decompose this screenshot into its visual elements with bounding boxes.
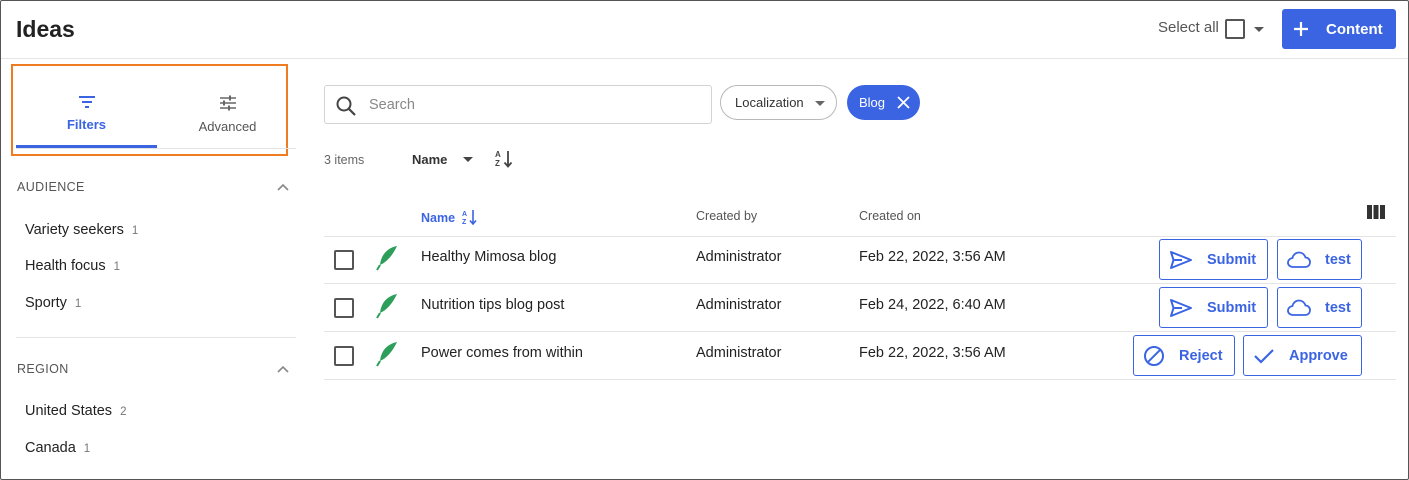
facet-label: Health focus bbox=[25, 258, 106, 274]
table-divider bbox=[324, 379, 1396, 380]
facet-count: 1 bbox=[83, 443, 91, 455]
facet-label: Sporty bbox=[25, 295, 67, 311]
sliders-icon bbox=[219, 95, 236, 111]
column-header-label: Name bbox=[421, 211, 456, 225]
row-checkbox[interactable] bbox=[334, 346, 354, 366]
localization-label: Localization bbox=[735, 95, 804, 110]
created-on: Feb 24, 2022, 6:40 AM bbox=[859, 297, 1006, 313]
filter-chip-label: Blog bbox=[859, 95, 886, 110]
submit-label: Submit bbox=[1207, 299, 1257, 316]
filter-chip-blog[interactable]: Blog bbox=[847, 85, 920, 120]
facet-label: United States bbox=[25, 403, 113, 419]
caret-down-icon[interactable] bbox=[461, 154, 475, 166]
item-name[interactable]: Healthy Mimosa blog bbox=[421, 249, 556, 265]
approve-button[interactable]: Approve bbox=[1243, 335, 1362, 376]
table-divider bbox=[324, 236, 1396, 237]
chevron-up-icon[interactable] bbox=[276, 364, 290, 374]
tab-advanced-label: Advanced bbox=[198, 119, 257, 134]
svg-text:A: A bbox=[495, 150, 501, 159]
facet-sporty[interactable]: Sporty 1 bbox=[25, 295, 81, 311]
send-icon bbox=[1170, 250, 1192, 269]
select-all-checkbox[interactable] bbox=[1225, 19, 1245, 39]
created-by: Administrator bbox=[696, 345, 782, 361]
section-title-audience[interactable]: AUDIENCE bbox=[17, 180, 85, 194]
columns-icon[interactable] bbox=[1367, 205, 1385, 219]
column-header-created-by[interactable]: Created by bbox=[696, 209, 757, 223]
facet-count: 1 bbox=[74, 298, 82, 310]
created-by: Administrator bbox=[696, 249, 782, 265]
search-box[interactable] bbox=[324, 85, 712, 124]
created-on: Feb 22, 2022, 3:56 AM bbox=[859, 345, 1006, 361]
created-by: Administrator bbox=[696, 297, 782, 313]
test-button[interactable]: test bbox=[1277, 287, 1362, 328]
block-icon bbox=[1144, 345, 1164, 366]
feather-icon bbox=[376, 342, 397, 367]
send-icon bbox=[1170, 298, 1192, 317]
submit-button[interactable]: Submit bbox=[1159, 287, 1268, 328]
search-icon bbox=[336, 96, 356, 116]
sort-dropdown[interactable]: Name bbox=[412, 152, 447, 167]
item-name[interactable]: Power comes from within bbox=[421, 345, 583, 361]
item-name[interactable]: Nutrition tips blog post bbox=[421, 297, 564, 313]
page-header: Ideas Select all Content bbox=[1, 1, 1408, 59]
chevron-down-icon[interactable] bbox=[1252, 21, 1266, 37]
sidebar-divider bbox=[16, 337, 296, 338]
reject-button[interactable]: Reject bbox=[1133, 335, 1235, 376]
page-title: Ideas bbox=[16, 16, 75, 42]
approve-label: Approve bbox=[1289, 347, 1348, 364]
plus-icon bbox=[1294, 22, 1308, 36]
select-all-label[interactable]: Select all bbox=[1158, 19, 1219, 36]
close-icon[interactable] bbox=[896, 95, 911, 110]
test-label: test bbox=[1325, 251, 1351, 268]
column-header-created-on[interactable]: Created on bbox=[859, 209, 921, 223]
facet-health-focus[interactable]: Health focus 1 bbox=[25, 258, 120, 274]
caret-down-icon bbox=[815, 101, 825, 106]
reject-label: Reject bbox=[1179, 347, 1223, 364]
table-divider bbox=[324, 331, 1396, 332]
app-window: Ideas Select all Content Filters Advance… bbox=[0, 0, 1409, 480]
sort-ascending-icon[interactable]: A Z bbox=[494, 149, 514, 169]
tab-filters[interactable]: Filters bbox=[16, 91, 157, 147]
submit-label: Submit bbox=[1207, 251, 1257, 268]
facet-variety-seekers[interactable]: Variety seekers 1 bbox=[25, 222, 138, 238]
feather-icon bbox=[376, 294, 397, 319]
test-label: test bbox=[1325, 299, 1351, 316]
facet-count: 2 bbox=[120, 406, 127, 418]
test-button[interactable]: test bbox=[1277, 239, 1362, 280]
svg-text:A: A bbox=[462, 211, 467, 218]
tabs-divider bbox=[16, 148, 296, 149]
add-content-label: Content bbox=[1326, 20, 1383, 38]
facet-label: Canada bbox=[25, 440, 76, 456]
facet-count: 1 bbox=[131, 225, 139, 237]
add-content-button[interactable]: Content bbox=[1282, 9, 1396, 49]
facet-united-states[interactable]: United States 2 bbox=[25, 403, 126, 419]
column-header-name[interactable]: Name A Z bbox=[421, 209, 479, 226]
facet-canada[interactable]: Canada 1 bbox=[25, 440, 90, 456]
chevron-up-icon[interactable] bbox=[276, 182, 290, 192]
search-input[interactable] bbox=[369, 95, 689, 115]
tab-advanced[interactable]: Advanced bbox=[157, 91, 298, 147]
created-on: Feb 22, 2022, 3:56 AM bbox=[859, 249, 1006, 265]
feather-icon bbox=[376, 246, 397, 271]
submit-button[interactable]: Submit bbox=[1159, 239, 1268, 280]
row-checkbox[interactable] bbox=[334, 250, 354, 270]
facet-count: 1 bbox=[113, 261, 121, 273]
sort-ascending-icon: A Z bbox=[462, 210, 477, 226]
active-tab-indicator bbox=[16, 145, 157, 148]
section-title-region[interactable]: REGION bbox=[17, 362, 69, 376]
table-divider bbox=[324, 283, 1396, 284]
items-count: 3 items bbox=[324, 153, 365, 167]
check-icon bbox=[1254, 348, 1274, 364]
cloud-icon bbox=[1287, 299, 1311, 316]
cloud-icon bbox=[1287, 251, 1311, 268]
svg-text:Z: Z bbox=[462, 219, 467, 225]
localization-dropdown[interactable]: Localization bbox=[720, 85, 837, 120]
tab-filters-label: Filters bbox=[66, 117, 106, 132]
facet-label: Variety seekers bbox=[25, 222, 124, 238]
filter-icon bbox=[78, 96, 95, 108]
row-checkbox[interactable] bbox=[334, 298, 354, 318]
svg-text:Z: Z bbox=[495, 159, 500, 168]
